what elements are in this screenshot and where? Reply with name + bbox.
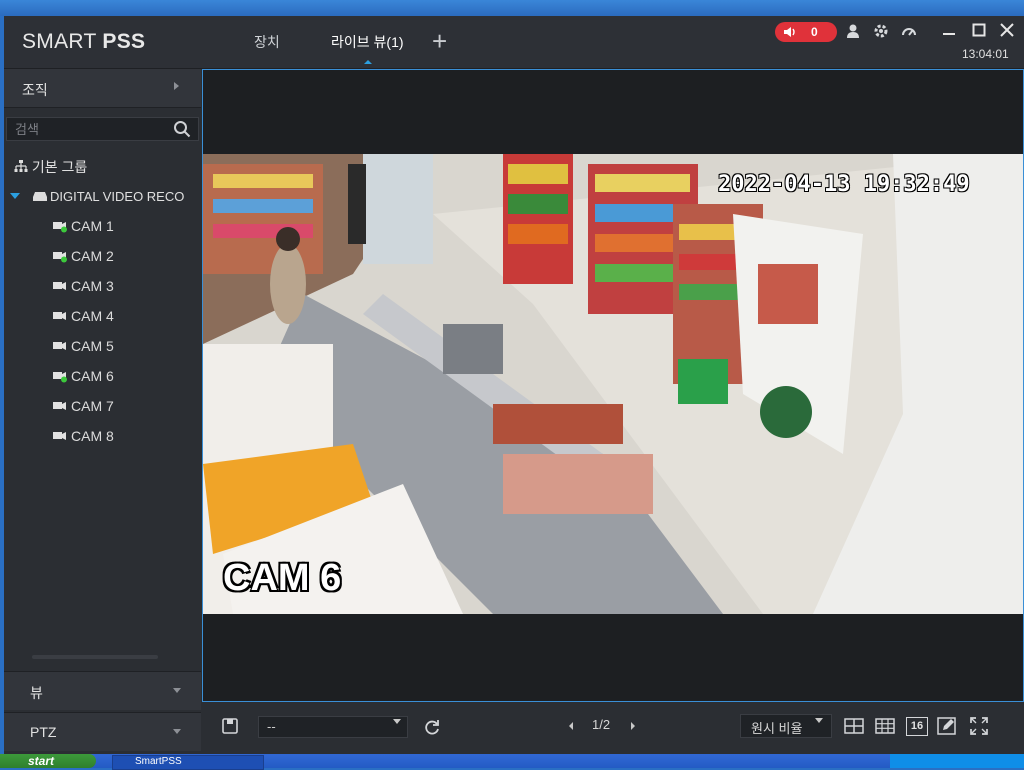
page-indicator: 1/2	[592, 717, 611, 732]
ptz-section-label: PTZ	[30, 724, 57, 740]
chevron-down-icon	[173, 688, 181, 693]
active-tab-indicator	[364, 60, 372, 64]
camera-icon	[53, 282, 66, 290]
app-logo: SMART PSS	[22, 30, 146, 53]
video-camera-name-overlay: CAM 6	[223, 557, 342, 599]
tab-devices[interactable]: 장치	[254, 32, 280, 52]
search-icon[interactable]	[173, 120, 191, 138]
os-taskbar: start SmartPSS	[0, 754, 1024, 770]
performance-gauge-icon[interactable]	[900, 22, 918, 40]
camera-label: CAM 7	[71, 398, 114, 414]
search-box	[6, 117, 199, 141]
live-view-toolbar: -- 1/2 원시 비율 16	[202, 706, 1024, 752]
ptz-section-header[interactable]: PTZ	[4, 712, 201, 751]
stream-select[interactable]: --	[258, 716, 408, 738]
refresh-icon[interactable]	[422, 717, 442, 737]
camera-icon	[53, 402, 66, 410]
user-icon[interactable]	[844, 22, 862, 40]
online-status-dot	[61, 376, 67, 383]
start-button[interactable]: start	[0, 754, 96, 768]
camera-icon	[53, 222, 67, 233]
chevron-right-icon	[174, 82, 179, 90]
camera-icon	[53, 252, 67, 263]
organization-header[interactable]: 조직	[4, 69, 201, 108]
layout-9-icon[interactable]	[875, 716, 895, 736]
tree-device-dvr[interactable]: DIGITAL VIDEO RECO	[10, 187, 201, 207]
close-icon[interactable]	[998, 21, 1016, 39]
root-group-label: 기본 그룹	[31, 159, 88, 175]
chevron-down-icon	[815, 718, 823, 723]
title-bar: SMART PSS 장치 라이브 뷰(1) + 0 13:04:01	[4, 16, 1024, 69]
view-section-header[interactable]: 뷰	[4, 671, 201, 710]
system-tray	[890, 754, 1024, 768]
online-status-dot	[61, 256, 67, 263]
layout-4-icon[interactable]	[844, 716, 864, 736]
camera-label: CAM 2	[71, 248, 114, 264]
organization-label: 조직	[22, 82, 48, 98]
camera-label: CAM 6	[71, 368, 114, 384]
camera-label: CAM 1	[71, 218, 114, 234]
tab-live-view[interactable]: 라이브 뷰(1)	[331, 32, 404, 52]
gear-icon[interactable]	[872, 22, 890, 40]
chevron-down-icon	[393, 719, 401, 724]
camera-icon	[53, 372, 67, 383]
camera-label: CAM 4	[71, 308, 114, 324]
minimize-icon[interactable]	[940, 21, 958, 39]
view-section-label: 뷰	[30, 685, 43, 701]
camera-video-feed[interactable]: 2022-04-13 19:32:49 CAM 6	[203, 154, 1023, 614]
maximize-icon[interactable]	[970, 21, 988, 39]
desktop-background	[0, 0, 1024, 16]
fullscreen-icon[interactable]	[969, 716, 989, 736]
org-tree-icon	[14, 160, 28, 172]
smartpss-window: SMART PSS 장치 라이브 뷰(1) + 0 13:04:01 조직 기본…	[4, 16, 1024, 754]
edit-layout-icon[interactable]	[937, 716, 957, 736]
stream-select-value: --	[267, 719, 276, 734]
device-name-label: DIGITAL VIDEO RECO	[50, 189, 185, 204]
camera-icon	[53, 432, 66, 440]
previous-page-icon[interactable]	[566, 719, 576, 733]
aspect-ratio-select[interactable]: 원시 비율	[740, 714, 832, 738]
device-tree-panel: 조직 기본 그룹 DIGITAL VIDEO RECO CAM 1 CAM 2 CA…	[4, 69, 201, 754]
search-input[interactable]	[15, 121, 165, 137]
camera-label: CAM 8	[71, 428, 114, 444]
save-icon[interactable]	[220, 716, 240, 736]
dvr-device-icon	[33, 192, 47, 201]
video-timestamp-overlay: 2022-04-13 19:32:49	[718, 172, 970, 197]
live-view-window[interactable]: 2022-04-13 19:32:49 CAM 6	[202, 69, 1024, 702]
next-page-icon[interactable]	[628, 719, 638, 733]
online-status-dot	[61, 226, 67, 233]
camera-label: CAM 5	[71, 338, 114, 354]
store-scene-image	[203, 154, 1023, 614]
camera-icon	[53, 312, 66, 320]
clock-display: 13:04:01	[962, 47, 1009, 61]
add-tab-button[interactable]: +	[432, 28, 447, 54]
tree-root-group[interactable]: 기본 그룹	[14, 157, 87, 177]
alarm-count: 0	[811, 25, 818, 39]
tree-horizontal-scrollbar[interactable]	[32, 655, 158, 659]
alarm-badge[interactable]: 0	[775, 22, 837, 42]
aspect-ratio-value: 원시 비율	[751, 721, 803, 736]
expand-triangle-icon	[10, 193, 20, 199]
speaker-icon	[784, 27, 795, 37]
layout-16-button[interactable]: 16	[906, 717, 928, 736]
chevron-down-icon	[173, 729, 181, 734]
camera-label: CAM 3	[71, 278, 114, 294]
camera-icon	[53, 342, 66, 350]
